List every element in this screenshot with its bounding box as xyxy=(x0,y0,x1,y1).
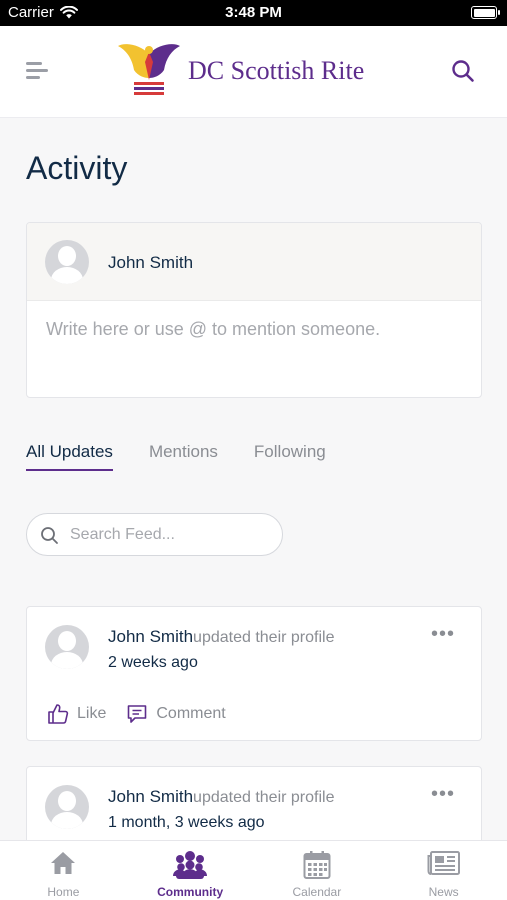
composer-input[interactable]: Write here or use @ to mention someone. xyxy=(46,319,380,340)
brand-name: DC Scottish Rite xyxy=(188,56,365,85)
avatar[interactable] xyxy=(45,625,89,669)
tabbar-item-calendar[interactable]: Calendar xyxy=(254,841,381,900)
page-title: Activity xyxy=(26,150,128,186)
phoenix-logo-icon xyxy=(118,44,180,95)
like-label: Like xyxy=(77,705,107,722)
tabbar-item-news[interactable]: News xyxy=(380,841,507,900)
search-icon xyxy=(452,60,474,82)
comment-button[interactable]: Comment xyxy=(126,703,226,725)
tabbar-label: Community xyxy=(157,885,224,899)
tab-all-updates[interactable]: All Updates xyxy=(26,442,113,471)
tabbar-label: Home xyxy=(47,885,80,899)
app-header: DC Scottish Rite xyxy=(0,26,507,118)
calendar-icon xyxy=(303,851,331,879)
post-composer: John Smith Write here or use @ to mentio… xyxy=(26,222,482,398)
avatar[interactable] xyxy=(45,240,89,284)
search-feed-placeholder: Search Feed... xyxy=(70,526,175,543)
tab-following[interactable]: Following xyxy=(254,442,326,470)
status-time: 3:48 PM xyxy=(225,4,282,21)
search-feed-input[interactable]: Search Feed... xyxy=(26,513,283,556)
feed-item-author[interactable]: John Smith xyxy=(108,787,193,806)
news-icon xyxy=(427,851,460,875)
feed-item-headline: John Smithupdated their profile xyxy=(108,627,334,647)
community-icon xyxy=(173,851,208,879)
comment-label: Comment xyxy=(156,705,226,722)
brand-logo[interactable]: DC Scottish Rite xyxy=(116,40,364,102)
search-icon xyxy=(41,527,58,544)
tabbar-label: Calendar xyxy=(292,885,342,899)
tabbar-label: News xyxy=(428,885,459,899)
feed-item-time[interactable]: 1 month, 3 weeks ago xyxy=(108,814,265,832)
bottom-tab-bar: Home Community Calendar News xyxy=(0,840,507,900)
feed-item-time[interactable]: 2 weeks ago xyxy=(108,654,198,672)
feed-item-action: updated their profile xyxy=(193,789,335,806)
feed-item-author[interactable]: John Smith xyxy=(108,627,193,646)
more-options-button[interactable]: ••• xyxy=(431,624,455,644)
like-button[interactable]: Like xyxy=(47,703,106,725)
search-button[interactable] xyxy=(451,59,475,88)
comment-icon xyxy=(128,705,147,723)
feed-item: John Smithupdated their profile 2 weeks … xyxy=(26,606,482,741)
battery-icon xyxy=(471,6,500,19)
feed-item-headline: John Smithupdated their profile xyxy=(108,787,334,807)
tabbar-item-home[interactable]: Home xyxy=(0,841,127,900)
menu-button[interactable] xyxy=(26,60,52,82)
thumbs-up-icon xyxy=(48,704,69,724)
feed-item-action: updated their profile xyxy=(193,629,335,646)
tab-mentions[interactable]: Mentions xyxy=(149,442,218,470)
composer-user-name[interactable]: John Smith xyxy=(108,253,193,273)
home-icon xyxy=(51,852,76,874)
more-options-button[interactable]: ••• xyxy=(431,784,455,804)
activity-tabs: All Updates Mentions Following xyxy=(26,442,326,472)
tabbar-item-community[interactable]: Community xyxy=(127,841,254,900)
avatar[interactable] xyxy=(45,785,89,829)
composer-header: John Smith xyxy=(27,223,481,301)
feed-item-actions: Like Comment xyxy=(47,703,226,725)
status-bar: Carrier 3:48 PM xyxy=(0,0,507,26)
